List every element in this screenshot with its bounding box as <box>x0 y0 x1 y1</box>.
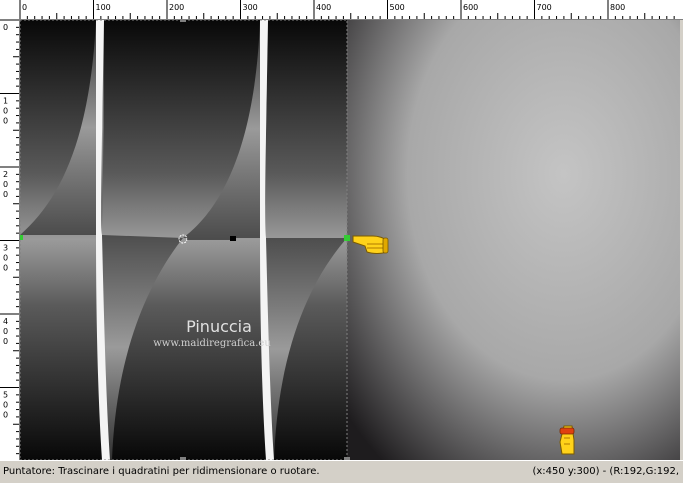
ruler-label-h: 600 <box>463 3 478 12</box>
horizontal-ruler-ticks: 0 100 200 300 400 500 600 700 800 <box>19 0 675 19</box>
status-bar: Puntatore: Trascinare i quadratini per r… <box>0 460 683 483</box>
ruler-label-v: 200 <box>3 170 8 199</box>
vertical-ruler-ticks: 0 1 0 0 2 0 0 3 0 0 4 0 0 5 0 0 <box>0 20 19 455</box>
horizontal-ruler: 0 100 200 300 400 500 600 700 800 <box>0 0 683 20</box>
ruler-label-v: 100 <box>3 97 8 126</box>
image-canvas[interactable]: Pinuccia www.maidiregrafica.eu <box>20 20 680 460</box>
ruler-label-v: 300 <box>3 244 8 273</box>
top-handle[interactable] <box>180 20 186 22</box>
vertical-ruler: 0 100 200 300 400 500 <box>0 20 20 460</box>
ruler-label-h: 400 <box>316 3 331 12</box>
ruler-label-h: 200 <box>169 3 184 12</box>
canvas-light-background <box>347 20 680 460</box>
status-coordinates: (x:450 y:300) - (R:192,G:192, <box>532 466 679 477</box>
ruler-label-v: 400 <box>3 317 8 346</box>
ruler-label-v: 500 <box>3 391 8 420</box>
right-handle[interactable] <box>344 235 350 241</box>
ruler-label-h: 700 <box>537 3 552 12</box>
left-handle[interactable] <box>20 235 23 240</box>
ruler-corner <box>0 0 20 20</box>
watermark-url: www.maidiregrafica.eu <box>153 338 271 349</box>
canvas-artwork[interactable]: Pinuccia www.maidiregrafica.eu <box>20 20 680 460</box>
rotation-handle[interactable] <box>230 236 236 241</box>
watermark-title: Pinuccia <box>186 317 252 336</box>
hand-pointer-icon <box>559 425 575 455</box>
ruler-label-h: 0 <box>22 3 27 12</box>
status-hint: Puntatore: Trascinare i quadratini per r… <box>3 466 320 477</box>
ruler-label-h: 500 <box>390 3 405 12</box>
ruler-label-h: 100 <box>96 3 111 12</box>
ruler-label-h: 300 <box>243 3 258 12</box>
ruler-label-v: 0 <box>3 23 8 32</box>
ruler-label-h: 800 <box>610 3 625 12</box>
